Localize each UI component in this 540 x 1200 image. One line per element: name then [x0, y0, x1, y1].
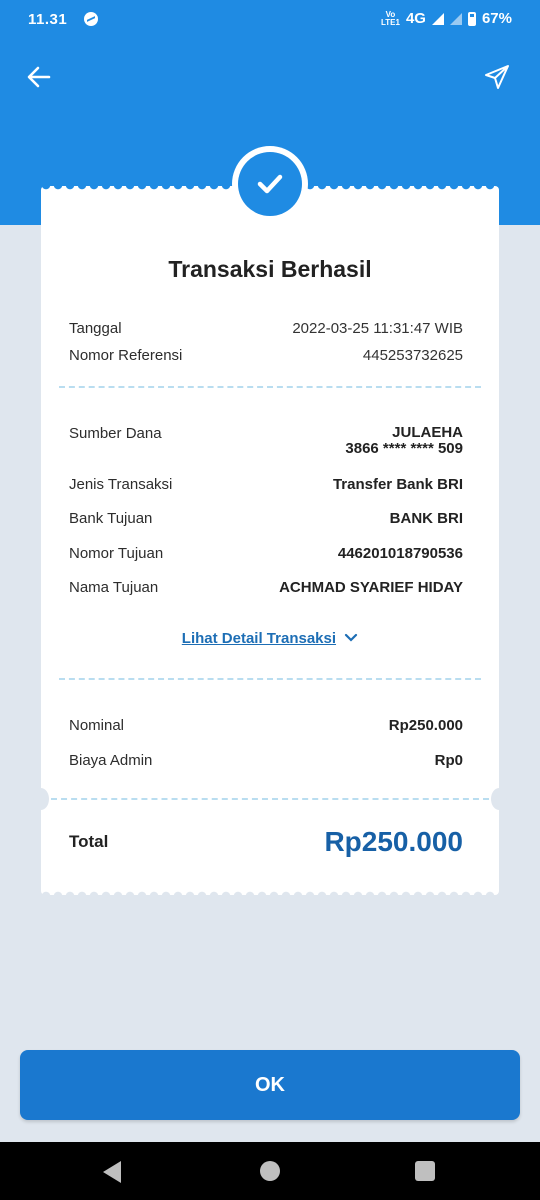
total-label: Total	[69, 832, 109, 851]
volte-icon: Vo LTE1	[380, 9, 400, 27]
detail-transaction-link[interactable]: Lihat Detail Transaksi	[41, 630, 499, 647]
battery-percent: 67%	[481, 10, 512, 27]
tanggal-label: Tanggal	[69, 320, 122, 337]
referensi-label: Nomor Referensi	[69, 347, 183, 364]
ok-button[interactable]: OK	[20, 1050, 520, 1120]
status-bar: 11.31 Vo LTE1 4G 67%	[0, 0, 540, 40]
row-bank: Bank Tujuan BANK BRI	[69, 510, 463, 527]
status-time: 11.31	[28, 11, 68, 28]
nav-recents-icon[interactable]	[415, 1161, 435, 1181]
admin-label: Biaya Admin	[69, 752, 153, 769]
divider	[51, 798, 489, 800]
receipt-card: Transaksi Berhasil Tanggal 2022-03-25 11…	[33, 146, 507, 896]
row-nama-tujuan: Nama Tujuan ACHMAD SYARIEF HIDAY	[69, 579, 463, 596]
receipt-notch	[33, 788, 49, 810]
tanggal-value: 2022-03-25 11:31:47 WIB	[292, 320, 463, 337]
sumber-value: JULAEHA 3866 **** **** 509	[345, 425, 463, 457]
nav-back-icon[interactable]	[103, 1161, 121, 1183]
sumber-name: JULAEHA	[392, 424, 463, 441]
row-admin: Biaya Admin Rp0	[69, 752, 463, 769]
row-tanggal: Tanggal 2022-03-25 11:31:47 WIB	[69, 320, 463, 337]
bank-label: Bank Tujuan	[69, 510, 153, 527]
nominal-value: Rp250.000	[388, 717, 463, 734]
share-button[interactable]	[480, 60, 514, 94]
signal-2-icon	[449, 12, 462, 25]
jenis-label: Jenis Transaksi	[69, 476, 173, 493]
signal-icon	[431, 12, 444, 25]
nomor-tujuan-label: Nomor Tujuan	[69, 545, 164, 562]
divider	[59, 678, 481, 680]
back-button[interactable]	[22, 60, 56, 94]
receipt-title: Transaksi Berhasil	[168, 256, 372, 282]
network-type: 4G	[405, 10, 426, 27]
row-sumber-dana: Sumber Dana JULAEHA 3866 **** **** 509	[69, 425, 463, 457]
bank-value: BANK BRI	[389, 510, 463, 527]
checkmark-icon	[257, 174, 283, 194]
row-referensi: Nomor Referensi 445253732625	[69, 347, 463, 364]
nomor-tujuan-value: 446201018790536	[337, 545, 463, 562]
battery-icon	[467, 11, 476, 26]
admin-value: Rp0	[434, 752, 463, 769]
system-nav-bar	[0, 1142, 540, 1200]
row-total: Total Rp250.000	[69, 826, 463, 858]
total-value: Rp250.000	[324, 826, 463, 857]
nama-tujuan-label: Nama Tujuan	[69, 579, 159, 596]
row-jenis: Jenis Transaksi Transfer Bank BRI	[69, 476, 463, 493]
sumber-account: 3866 **** **** 509	[345, 440, 463, 457]
row-nominal: Nominal Rp250.000	[69, 717, 463, 734]
nav-home-icon[interactable]	[260, 1161, 280, 1181]
receipt-notch	[491, 788, 507, 810]
row-nomor-tujuan: Nomor Tujuan 446201018790536	[69, 545, 463, 562]
send-icon	[485, 65, 509, 89]
nama-tujuan-value: ACHMAD SYARIEF HIDAY	[279, 579, 463, 596]
status-right: Vo LTE1 4G 67%	[381, 10, 512, 27]
referensi-value: 445253732625	[362, 347, 463, 364]
messenger-icon	[84, 12, 98, 26]
jenis-value: Transfer Bank BRI	[332, 476, 463, 493]
nominal-label: Nominal	[69, 717, 125, 734]
detail-link-label: Lihat Detail Transaksi	[181, 630, 337, 647]
success-badge	[232, 146, 308, 222]
divider	[59, 386, 481, 388]
arrow-left-icon	[27, 66, 51, 88]
sumber-label: Sumber Dana	[69, 425, 162, 442]
chevron-down-icon	[345, 633, 358, 642]
